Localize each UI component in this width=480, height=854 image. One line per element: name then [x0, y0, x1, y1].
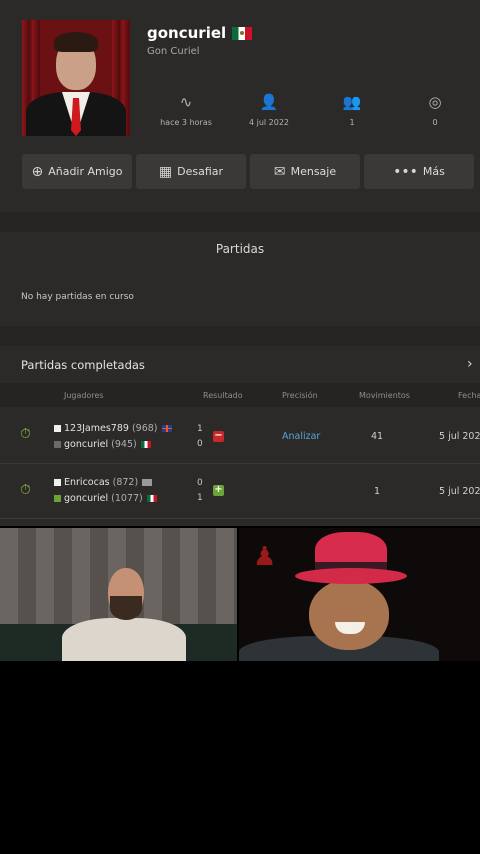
username-text: goncuriel: [147, 24, 227, 42]
row-divider: [0, 518, 480, 519]
add-friend-button[interactable]: ⊕ Añadir Amigo: [22, 154, 132, 189]
mexico-flag-icon: [146, 495, 157, 502]
row-divider: [0, 463, 480, 464]
loss-icon: −: [213, 430, 224, 442]
challenge-label: Desafiar: [177, 165, 224, 178]
activity-icon: ∿: [179, 93, 193, 111]
black-piece-icon: [54, 441, 61, 448]
black-player[interactable]: goncuriel (1077): [54, 493, 157, 504]
uk-flag-icon: [161, 425, 172, 432]
person-face: [309, 580, 389, 650]
black-piece-icon: [54, 495, 61, 502]
player-rating: (945): [111, 439, 137, 450]
message-button[interactable]: ✉ Mensaje: [250, 154, 360, 189]
white-player[interactable]: 123James789 (968): [54, 423, 172, 434]
person-icon: 👤: [259, 93, 279, 111]
player-rating: (968): [131, 423, 158, 434]
player-name: Enricocas: [64, 477, 110, 488]
avatar-hair: [54, 32, 98, 52]
stat-followers[interactable]: 👥 1: [312, 92, 392, 127]
analyze-link[interactable]: Analizar: [282, 431, 320, 442]
username: goncuriel: [147, 24, 253, 42]
stat-joined: 👤 4 jul 2022: [229, 92, 309, 127]
black-score: 0: [197, 439, 203, 449]
profile-header: goncuriel Gon Curiel ∿ hace 3 horas 👤 4 …: [0, 0, 480, 212]
mexico-flag-icon: [140, 441, 151, 448]
table-row[interactable]: ⏱ 123James789 (968) goncuriel (945) 1 0 …: [0, 411, 480, 463]
person-shirt: [62, 618, 186, 661]
player-name: goncuriel: [64, 439, 109, 450]
white-player[interactable]: Enricocas (872): [54, 477, 153, 488]
games-title: Partidas: [215, 242, 265, 256]
game-date: 5 jul 2022: [439, 431, 480, 442]
chessboard-icon: ▦: [158, 163, 173, 180]
points-icon: ◎: [428, 93, 442, 111]
chevron-right-icon[interactable]: ›: [467, 356, 473, 372]
envelope-icon: ✉: [273, 163, 286, 180]
stat-value: 1: [349, 118, 355, 127]
white-score: 0: [197, 478, 203, 488]
player-rating: (872): [112, 477, 139, 488]
more-button[interactable]: ••• Más: [364, 154, 474, 189]
country-flag-icon: [142, 479, 153, 486]
player-name: goncuriel: [64, 493, 109, 504]
table-row[interactable]: ⏱ Enricocas (872) goncuriel (1077) 0 1 +…: [0, 466, 480, 518]
white-score: 1: [197, 424, 203, 434]
black-score: 1: [197, 493, 203, 503]
column-players: Jugadores: [64, 391, 104, 400]
games-empty-text: No hay partidas en curso: [21, 292, 134, 302]
more-dots-icon: •••: [393, 163, 418, 180]
player-name: 123James789: [64, 423, 129, 434]
stat-last-online: ∿ hace 3 horas: [146, 92, 226, 127]
video-feed-right: ♟: [239, 528, 480, 661]
avatar[interactable]: [22, 20, 130, 136]
stat-value: 4 jul 2022: [248, 118, 290, 127]
followers-icon: 👥: [342, 93, 362, 111]
stat-points[interactable]: ◎ 0: [395, 92, 475, 127]
profile-page: goncuriel Gon Curiel ∿ hace 3 horas 👤 4 …: [0, 0, 480, 526]
column-result: Resultado: [203, 391, 243, 400]
chess-pawn-logo-icon: ♟: [253, 542, 277, 572]
full-name: Gon Curiel: [147, 46, 200, 57]
hat-brim: [295, 568, 407, 584]
stat-value: 0: [432, 118, 438, 127]
moves-count: 1: [373, 486, 381, 497]
rapid-clock-icon: ⏱: [20, 482, 31, 498]
challenge-button[interactable]: ▦ Desafiar: [136, 154, 246, 189]
rapid-clock-icon: ⏱: [20, 426, 31, 442]
column-date: Fecha: [458, 391, 480, 400]
moves-count: 41: [370, 431, 384, 442]
column-moves: Movimientos: [359, 391, 410, 400]
video-feed-left: [0, 528, 237, 661]
white-piece-icon: [54, 479, 61, 486]
white-piece-icon: [54, 425, 61, 432]
mexico-flag-icon: [232, 27, 253, 40]
stat-value: hace 3 horas: [160, 118, 212, 127]
player-rating: (1077): [111, 493, 143, 504]
add-friend-icon: ⊕: [31, 163, 44, 180]
column-accuracy: Precisión: [282, 391, 318, 400]
black-player[interactable]: goncuriel (945): [54, 439, 151, 450]
person-beard: [110, 596, 142, 620]
game-date: 5 jul 2022: [439, 486, 480, 497]
win-icon: +: [213, 484, 224, 496]
completed-games-title[interactable]: Partidas completadas: [21, 358, 145, 372]
message-label: Mensaje: [290, 165, 337, 178]
more-label: Más: [422, 165, 445, 178]
add-friend-label: Añadir Amigo: [48, 165, 123, 178]
